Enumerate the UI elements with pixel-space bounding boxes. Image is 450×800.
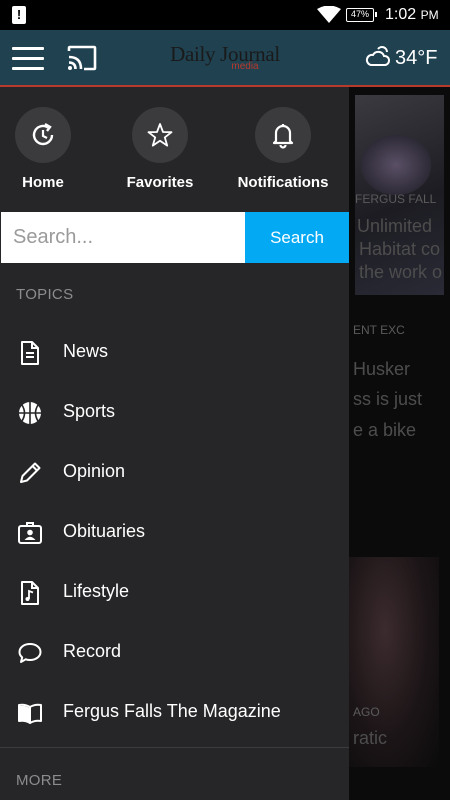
topic-fergus-falls-magazine[interactable]: Fergus Falls The Magazine: [0, 682, 349, 742]
topic-opinion[interactable]: Opinion: [0, 442, 349, 502]
topics-header: TOPICS: [16, 286, 74, 303]
article-headline-line: Unlimited: [357, 216, 433, 236]
quick-link-label: Notifications: [237, 174, 329, 191]
clock-ampm: PM: [420, 8, 439, 22]
topic-record[interactable]: Record: [0, 622, 349, 682]
more-header: MORE: [16, 772, 63, 789]
refresh-home-icon: [32, 122, 54, 146]
article-kicker: ENT EXC: [353, 323, 405, 337]
topic-label: Record: [63, 641, 122, 661]
article-headline-line: ratic: [353, 728, 388, 748]
topic-news[interactable]: News: [0, 322, 349, 382]
id-badge-icon: [18, 522, 42, 544]
topic-label: Obituaries: [63, 521, 146, 541]
weather-widget[interactable]: 34°F: [365, 45, 437, 70]
music-file-icon: [21, 581, 39, 605]
open-book-icon: [18, 703, 42, 724]
search-bar: Search: [0, 212, 349, 263]
home-icon-circle: [15, 107, 71, 163]
article-headline-line: the work o: [359, 262, 443, 282]
topic-sports[interactable]: Sports: [0, 382, 349, 442]
topic-label: Opinion: [63, 461, 126, 481]
clock-time: 1:02: [385, 6, 417, 23]
cast-icon[interactable]: [67, 45, 97, 71]
status-time: 1:02 PM: [385, 6, 439, 24]
quick-link-notifications[interactable]: Notifications: [228, 107, 338, 191]
search-button[interactable]: Search: [245, 212, 349, 263]
drawer-divider: [0, 747, 349, 748]
battery-icon: 47%: [346, 8, 377, 22]
quick-link-label: Home: [22, 174, 64, 191]
pencil-icon: [20, 462, 41, 483]
notifications-icon-circle: [255, 107, 311, 163]
article-headline-line: ss is just: [353, 389, 423, 409]
notification-alert-icon: !: [12, 6, 26, 24]
hamburger-menu-icon[interactable]: [12, 47, 44, 71]
article-kicker: AGO: [353, 705, 380, 719]
daily-journal-logo[interactable]: Daily Journal media: [170, 42, 280, 76]
bell-icon: [272, 124, 294, 149]
speech-bubble-icon: [18, 643, 42, 663]
document-icon: [21, 341, 39, 365]
cloud-sun-icon: [365, 46, 391, 66]
topic-label: Fergus Falls The Magazine: [63, 701, 281, 721]
star-icon: [147, 123, 173, 147]
article-headline-line: e a bike: [353, 420, 417, 440]
status-bar: ! 47% 1:02 PM: [0, 0, 450, 30]
app-bar: Daily Journal media 34°F: [0, 30, 450, 87]
search-input[interactable]: [1, 212, 245, 263]
article-headline-line: Habitat co: [359, 239, 441, 259]
quick-links: Home Favorites Notifications: [0, 87, 349, 212]
article-headline-line: Husker: [353, 359, 411, 379]
basketball-icon: [19, 402, 41, 424]
battery-level: 47%: [350, 9, 369, 19]
article-kicker: FERGUS FALL: [355, 192, 437, 206]
topic-obituaries[interactable]: Obituaries: [0, 502, 349, 562]
article-feed-background: FERGUS FALL Unlimited Habitat co the wor…: [349, 87, 450, 800]
quick-link-home[interactable]: Home: [0, 107, 98, 191]
quick-link-label: Favorites: [126, 174, 194, 191]
wifi-icon: [317, 6, 341, 23]
navigation-drawer: Home Favorites Notifications Search... S…: [0, 87, 349, 800]
topic-lifestyle[interactable]: Lifestyle: [0, 562, 349, 622]
topic-label: Sports: [63, 401, 116, 421]
favorites-icon-circle: [132, 107, 188, 163]
topic-label: News: [63, 341, 109, 361]
temperature: 34°F: [395, 47, 438, 69]
topic-label: Lifestyle: [63, 581, 130, 601]
quick-link-favorites[interactable]: Favorites: [105, 107, 215, 191]
logo-title: Daily Journal: [170, 42, 280, 66]
